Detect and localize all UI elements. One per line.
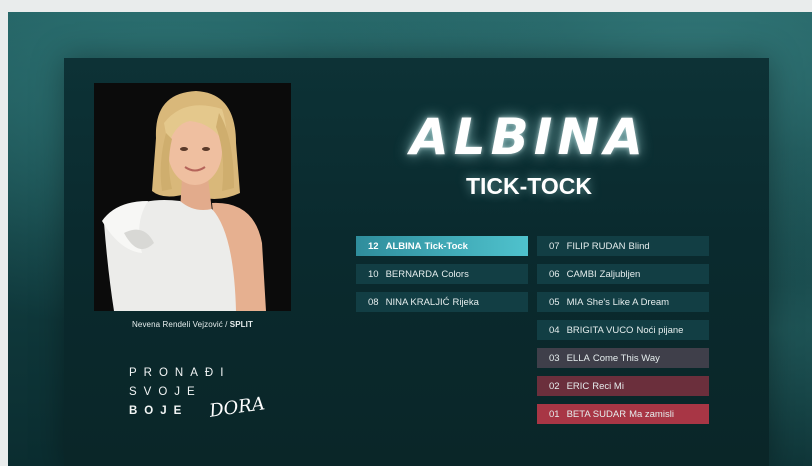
ranking-column-left: 12 ALBINA Tick-Tock 10 BERNARDA Colors 08 NIN…	[356, 236, 528, 320]
ranking-row: 04 BRIGITA VUCO Noći pijane	[537, 320, 709, 340]
ranking-artist: ERIC	[566, 380, 590, 392]
ranking-points: 01	[549, 408, 560, 420]
dora-logo-text: DORA	[207, 393, 266, 422]
slogan-line-1: PRONAĐI	[129, 367, 231, 379]
ranking-song: Rijeka	[452, 296, 479, 308]
ranking-row: 05 MIA She's Like A Dream	[537, 292, 709, 312]
ranking-song: Blind	[628, 240, 650, 252]
ranking-song: Tick-Tock	[424, 240, 468, 252]
ranking-points: 05	[549, 296, 560, 308]
ranking-song: Colors	[441, 268, 469, 280]
scoreboard-panel: Nevena Rendeli Vejzović / SPLIT PRONAĐI …	[64, 58, 769, 466]
photo-credit-city: SPLIT	[229, 320, 253, 329]
ranking-song: Zaljubljen	[599, 268, 641, 280]
ranking-points: 07	[549, 240, 560, 252]
dora-logo: DORA	[207, 393, 266, 422]
song-title: TICK-TOCK	[465, 173, 593, 199]
ranking-song: Noći pijane	[636, 324, 684, 336]
ranking-artist: ALBINA	[385, 240, 422, 252]
ranking-artist: BRIGITA VUCO	[566, 324, 634, 336]
ranking-row: 10 BERNARDA Colors	[356, 264, 528, 284]
ranking-points: 12	[368, 240, 379, 252]
ranking-artist: BETA SUDAR	[566, 408, 627, 420]
photo-credit-text: Nevena Rendeli Vejzović /	[132, 320, 230, 329]
ranking-song: Reci Mi	[592, 380, 624, 392]
ranking-row: 01 BETA SUDAR Ma zamisli	[537, 404, 709, 424]
artist-name: ALBINA	[410, 108, 648, 166]
ranking-points: 08	[368, 296, 379, 308]
ranking-song: She's Like A Dream	[586, 296, 670, 308]
ranking-points: 06	[549, 268, 560, 280]
ranking-song: Ma zamisli	[629, 408, 674, 420]
ranking-row: 12 ALBINA Tick-Tock	[356, 236, 528, 256]
ranking-row: 06 CAMBI Zaljubljen	[537, 264, 709, 284]
ranking-artist: ELLA	[566, 352, 590, 364]
ranking-artist: FILIP RUDAN	[566, 240, 626, 252]
ranking-artist: MIA	[566, 296, 584, 308]
contestant-portrait-illustration	[94, 83, 291, 311]
scoreboard-screen: Nevena Rendeli Vejzović / SPLIT PRONAĐI …	[8, 12, 812, 466]
contestant-photo	[94, 83, 291, 311]
ranking-song: Come This Way	[592, 352, 660, 364]
ranking-artist: NINA KRALJIĆ	[385, 296, 450, 308]
ranking-row: 02 ERIC Reci Mi	[537, 376, 709, 396]
photo-credit: Nevena Rendeli Vejzović / SPLIT	[94, 320, 291, 329]
ranking-points: 04	[549, 324, 560, 336]
ranking-artist: BERNARDA	[385, 268, 439, 280]
ranking-row: 08 NINA KRALJIĆ Rijeka	[356, 292, 528, 312]
ranking-column-right: 07 FILIP RUDAN Blind 06 CAMBI Zaljubljen 05 M…	[537, 236, 709, 432]
ranking-points: 03	[549, 352, 560, 364]
ranking-points: 02	[549, 380, 560, 392]
ranking-artist: CAMBI	[566, 268, 597, 280]
ranking-row: 03 ELLA Come This Way	[537, 348, 709, 368]
ranking-row: 07 FILIP RUDAN Blind	[537, 236, 709, 256]
ranking-points: 10	[368, 268, 379, 280]
